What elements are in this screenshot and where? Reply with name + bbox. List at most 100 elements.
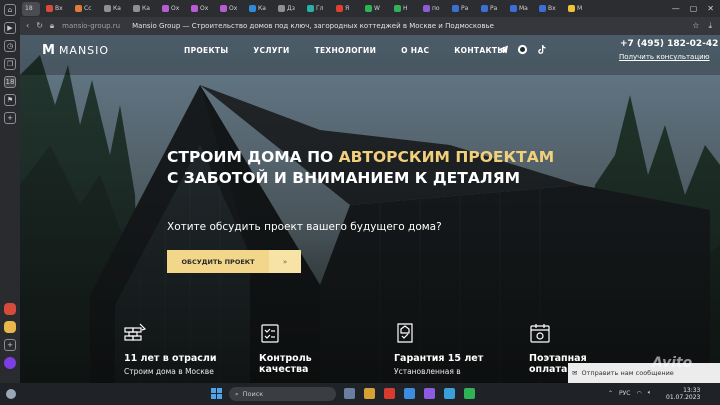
clock-time: 13:33 bbox=[683, 387, 701, 394]
browser-tab[interactable]: Cс bbox=[72, 2, 98, 16]
tabs-count-icon[interactable]: 18 bbox=[4, 76, 16, 88]
chevron-up-icon[interactable]: ⌃ bbox=[608, 390, 613, 397]
tab-label: Ох bbox=[200, 5, 209, 12]
telegram-app-icon[interactable] bbox=[444, 388, 455, 399]
hero-title-part: СТРОИМ ДОМА ПО bbox=[167, 148, 339, 166]
edge-icon[interactable] bbox=[404, 388, 415, 399]
browser-tab[interactable]: Ка bbox=[101, 2, 127, 16]
browser-tab[interactable]: Ох bbox=[188, 2, 214, 16]
browser-tab[interactable]: Вх bbox=[43, 2, 69, 16]
tab-favicon-icon bbox=[191, 5, 198, 12]
nav-services[interactable]: УСЛУГИ bbox=[253, 46, 289, 55]
tab-label: Гл bbox=[316, 5, 324, 12]
browser-tab[interactable]: Ка bbox=[246, 2, 272, 16]
social-links bbox=[498, 44, 547, 55]
nav-projects[interactable]: ПРОЕКТЫ bbox=[184, 46, 228, 55]
tab-label: Ра bbox=[490, 5, 498, 12]
browser-tab[interactable]: Ма bbox=[507, 2, 533, 16]
mail-icon: ✉ bbox=[572, 369, 578, 377]
tab-favicon-icon bbox=[365, 5, 372, 12]
url-text[interactable]: mansio-group.ru bbox=[62, 22, 120, 30]
tab-label: Ка bbox=[258, 5, 266, 12]
taskbar-search[interactable]: ⌕ Поиск bbox=[229, 387, 336, 401]
history-icon[interactable]: ◷ bbox=[4, 40, 16, 52]
tab-favicon-icon bbox=[510, 5, 517, 12]
add-app-icon[interactable]: + bbox=[4, 339, 16, 351]
browser-tab[interactable]: Ра bbox=[478, 2, 504, 16]
tab-favicon-icon bbox=[307, 5, 314, 12]
wifi-icon[interactable]: ◠ bbox=[637, 390, 642, 397]
add-icon[interactable]: + bbox=[4, 112, 16, 124]
tiktok-icon[interactable] bbox=[536, 44, 547, 55]
nav-technologies[interactable]: ТЕХНОЛОГИИ bbox=[315, 46, 377, 55]
whatsapp-icon[interactable] bbox=[517, 44, 528, 55]
task-view-icon[interactable] bbox=[344, 388, 355, 399]
copy-icon[interactable]: ❐ bbox=[4, 58, 16, 70]
tab-favicon-icon bbox=[220, 5, 227, 12]
browser-tab[interactable]: по bbox=[420, 2, 446, 16]
browser-tab[interactable]: Я bbox=[333, 2, 359, 16]
clock[interactable]: 13:33 01.07.2023 bbox=[666, 387, 700, 401]
browser-tab[interactable]: 18 bbox=[22, 1, 40, 16]
browser-tab[interactable]: Ох bbox=[159, 2, 185, 16]
site-logo[interactable]: M MANSIO bbox=[42, 43, 109, 58]
tab-label: Вх bbox=[548, 5, 556, 12]
reload-icon[interactable]: ↻ bbox=[36, 21, 43, 31]
app-icon[interactable] bbox=[424, 388, 435, 399]
close-icon[interactable]: ✕ bbox=[707, 4, 714, 13]
tab-favicon-icon bbox=[568, 5, 575, 12]
hero-title-accent: АВТОРСКИМ ПРОЕКТАМ bbox=[338, 148, 555, 166]
nav-buttons: ‹ ↻ 🔒︎ bbox=[26, 21, 54, 31]
chat-widget[interactable]: ✉ Отправить нам сообщение bbox=[568, 363, 720, 383]
windows-start-icon[interactable] bbox=[211, 388, 222, 399]
nav-about[interactable]: О НАС bbox=[401, 46, 429, 55]
tab-favicon-icon bbox=[133, 5, 140, 12]
tab-label: Ох bbox=[229, 5, 238, 12]
browser-tab[interactable]: Дз bbox=[275, 2, 301, 16]
logo-text: MANSIO bbox=[58, 44, 110, 57]
tab-label: Ох bbox=[171, 5, 180, 12]
bricks-icon bbox=[124, 323, 146, 341]
browser-tab[interactable]: Ра bbox=[449, 2, 475, 16]
tab-label: по bbox=[432, 5, 440, 12]
bookmark-icon[interactable]: ☆ bbox=[692, 21, 699, 31]
flag-icon[interactable]: ⚑ bbox=[4, 94, 16, 106]
tab-label: М bbox=[577, 5, 583, 12]
app-icon[interactable] bbox=[4, 321, 16, 333]
browser-tab[interactable]: Ох bbox=[217, 2, 243, 16]
feature-title: 11 лет в отрасли bbox=[124, 353, 217, 364]
home-icon[interactable]: ⌂ bbox=[4, 4, 16, 16]
browser-tab[interactable]: W bbox=[362, 2, 388, 16]
browser-tab[interactable]: Ка bbox=[130, 2, 156, 16]
browser-tab[interactable]: Н bbox=[391, 2, 417, 16]
yandex-browser-icon[interactable] bbox=[384, 388, 395, 399]
consultation-link[interactable]: Получить консультацию bbox=[619, 53, 710, 61]
feature-desc: Строим дома в Москве bbox=[124, 367, 214, 376]
tab-label: Ка bbox=[113, 5, 121, 12]
discuss-project-button[interactable]: ОБСУДИТЬ ПРОЕКТ » bbox=[167, 250, 301, 273]
browser-tab[interactable]: Вх bbox=[536, 2, 562, 16]
file-explorer-icon[interactable] bbox=[364, 388, 375, 399]
app-icon[interactable] bbox=[4, 303, 16, 315]
language-indicator[interactable]: РУС bbox=[619, 390, 630, 397]
volume-icon[interactable]: 🔈︎ bbox=[648, 389, 652, 397]
alice-icon[interactable] bbox=[4, 357, 16, 369]
phone-number[interactable]: +7 (495) 182-02-42 bbox=[620, 39, 718, 49]
maximize-icon[interactable]: ▢ bbox=[690, 4, 698, 13]
tab-label: Cс bbox=[84, 5, 92, 12]
browser-sidebar: ⌂ ▶ ◷ ❐ 18 ⚑ + + bbox=[0, 0, 20, 383]
whatsapp-app-icon[interactable] bbox=[464, 388, 475, 399]
weather-icon[interactable] bbox=[6, 389, 16, 399]
telegram-icon[interactable] bbox=[498, 44, 509, 55]
play-icon[interactable]: ▶ bbox=[4, 22, 16, 34]
tab-favicon-icon bbox=[394, 5, 401, 12]
lock-icon: 🔒︎ bbox=[49, 21, 55, 30]
browser-tab[interactable]: Гл bbox=[304, 2, 330, 16]
minimize-icon[interactable]: — bbox=[672, 4, 680, 13]
main-nav: ПРОЕКТЫ УСЛУГИ ТЕХНОЛОГИИ О НАС КОНТАКТЫ bbox=[184, 46, 505, 55]
browser-tab[interactable]: М bbox=[565, 2, 591, 16]
calendar-icon bbox=[530, 324, 550, 343]
hero-title: СТРОИМ ДОМА ПО АВТОРСКИМ ПРОЕКТАМ С ЗАБО… bbox=[167, 147, 567, 189]
back-icon[interactable]: ‹ bbox=[26, 21, 29, 31]
download-icon[interactable]: ⤓ bbox=[708, 21, 712, 31]
